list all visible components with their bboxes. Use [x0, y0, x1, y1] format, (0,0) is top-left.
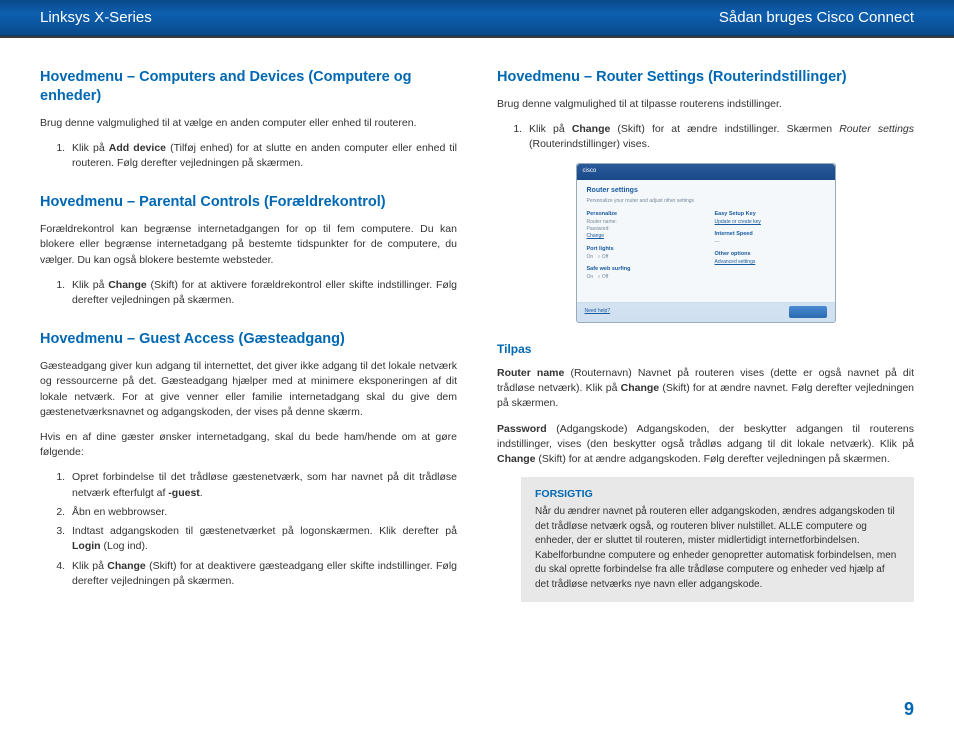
ss-label: Personalize [587, 211, 697, 219]
page-header: Linksys X-Series Sådan bruges Cisco Conn… [0, 0, 954, 36]
section-steps: Opret forbindelse til det trådløse gæste… [40, 470, 457, 589]
section-tilpas: Tilpas Router name (Routernavn) Navnet p… [497, 341, 914, 603]
step-item: Opret forbindelse til det trådløse gæste… [68, 470, 457, 500]
ss-body: Router settings Personalize your router … [577, 180, 835, 302]
italic-text: Router settings [839, 123, 914, 135]
ss-help-link: Need help? [585, 308, 611, 315]
section-router-settings: Hovedmenu – Router Settings (Routerindst… [497, 68, 914, 153]
text: (Log ind). [101, 540, 148, 552]
step-item: Klik på Change (Skift) for at deaktivere… [68, 559, 457, 589]
text: . [200, 487, 203, 499]
ss-value: — [715, 239, 825, 246]
step-item: Klik på Change (Skift) for at ændre inds… [525, 122, 914, 152]
ss-label: Easy Setup Key [715, 211, 825, 219]
bold-text: Change [107, 560, 146, 572]
bold-text: Change [572, 123, 611, 135]
bold-text: Add device [109, 142, 166, 154]
section-intro: Forældrekontrol kan begrænse internetadg… [40, 222, 457, 268]
section-title: Hovedmenu – Computers and Devices (Compu… [40, 68, 457, 106]
caution-box: FORSIGTIG Når du ændrer navnet på router… [521, 477, 914, 602]
ss-footer: Need help? [577, 302, 835, 322]
ss-value: On ○ Off [587, 274, 697, 281]
section-parental-controls: Hovedmenu – Parental Controls (Forældrek… [40, 193, 457, 308]
paragraph: Password (Adgangskode) Adgangskoden, der… [497, 422, 914, 468]
ss-finish-button [789, 306, 827, 318]
section-guest-access: Hovedmenu – Guest Access (Gæsteadgang) G… [40, 330, 457, 589]
section-steps: Klik på Change (Skift) for at aktivere f… [40, 278, 457, 308]
ss-value: Password: [587, 226, 697, 233]
caution-title: FORSIGTIG [535, 487, 900, 502]
right-column: Hovedmenu – Router Settings (Routerindst… [497, 68, 914, 624]
text: Klik på [529, 123, 572, 135]
paragraph: Router name (Routernavn) Navnet på route… [497, 366, 914, 412]
text: (Routerindstillinger) vises. [529, 138, 650, 150]
section-title: Hovedmenu – Router Settings (Routerindst… [497, 68, 914, 87]
step-item: Åbn en webbrowser. [68, 505, 457, 520]
section-intro: Brug denne valgmulighed til at tilpasse … [497, 97, 914, 112]
router-settings-screenshot: cisco Router settings Personalize your r… [576, 163, 836, 323]
bold-text: -guest [168, 487, 200, 499]
paragraph: Gæsteadgang giver kun adgang til interne… [40, 359, 457, 420]
step-item: Indtast adgangskoden til gæstenetværket … [68, 524, 457, 554]
cisco-logo: cisco [583, 167, 597, 176]
left-column: Hovedmenu – Computers and Devices (Compu… [40, 68, 457, 624]
ss-link: Change [587, 233, 697, 240]
paragraph: Hvis en af dine gæster ønsker internetad… [40, 430, 457, 460]
bold-text: Password [497, 423, 547, 435]
ss-link: Advanced settings [715, 259, 825, 266]
text: Klik på [72, 560, 107, 572]
ss-title: Router settings [587, 186, 825, 196]
ss-label: Port lights [587, 246, 697, 254]
header-left: Linksys X-Series [40, 9, 152, 26]
ss-label: Safe web surfing [587, 266, 697, 274]
page-body: Hovedmenu – Computers and Devices (Compu… [0, 38, 954, 624]
page-number: 9 [904, 699, 914, 720]
step-item: Klik på Add device (Tilføj enhed) for at… [68, 141, 457, 171]
text: (Adgangskode) Adgangskoden, der beskytte… [497, 423, 914, 450]
ss-label: Other options [715, 251, 825, 259]
ss-value: On ○ Off [587, 254, 697, 261]
ss-value: Router name: [587, 219, 697, 226]
section-computers-devices: Hovedmenu – Computers and Devices (Compu… [40, 68, 457, 171]
ss-titlebar: cisco [577, 164, 835, 180]
bold-text: Change [621, 382, 660, 394]
bold-text: Login [72, 540, 101, 552]
section-steps: Klik på Change (Skift) for at ændre inds… [497, 122, 914, 152]
subsection-title: Tilpas [497, 341, 914, 358]
caution-body: Når du ændrer navnet på routeren eller a… [535, 505, 900, 592]
ss-link: Update or create key [715, 219, 825, 226]
text: (Skift) for at ændre adgangskoden. Følg … [536, 453, 890, 465]
text: (Skift) for at ændre indstillinger. Skær… [610, 123, 839, 135]
text: Klik på [72, 279, 108, 291]
bold-text: Change [497, 453, 536, 465]
text: Opret forbindelse til det trådløse gæste… [72, 471, 457, 498]
ss-col-right: Easy Setup Key Update or create key Inte… [715, 211, 825, 281]
header-right: Sådan bruges Cisco Connect [719, 9, 914, 26]
text: Klik på [72, 142, 109, 154]
ss-subtitle: Personalize your router and adjust other… [587, 198, 825, 205]
text: Indtast adgangskoden til gæstenetværket … [72, 525, 457, 537]
ss-label: Internet Speed [715, 231, 825, 239]
step-item: Klik på Change (Skift) for at aktivere f… [68, 278, 457, 308]
section-title: Hovedmenu – Guest Access (Gæsteadgang) [40, 330, 457, 349]
section-steps: Klik på Add device (Tilføj enhed) for at… [40, 141, 457, 171]
bold-text: Change [108, 279, 147, 291]
bold-text: Router name [497, 367, 564, 379]
section-intro: Brug denne valgmulighed til at vælge en … [40, 116, 457, 131]
ss-col-left: Personalize Router name: Password: Chang… [587, 211, 697, 281]
ss-columns: Personalize Router name: Password: Chang… [587, 211, 825, 281]
section-title: Hovedmenu – Parental Controls (Forældrek… [40, 193, 457, 212]
